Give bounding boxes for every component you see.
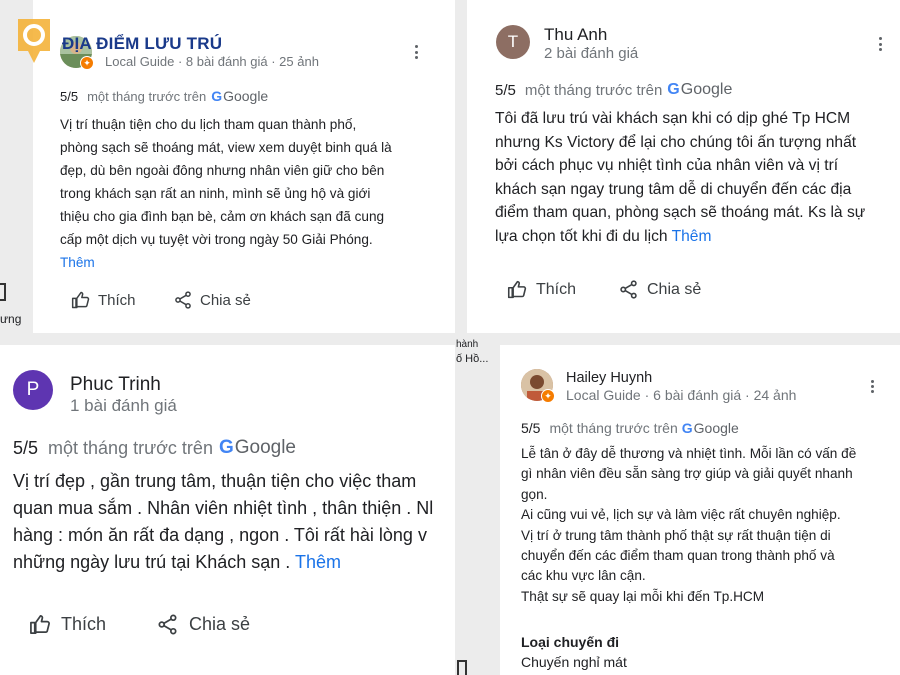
review-line: hàng : món ăn rất đa dạng , ngon . Tôi r… <box>13 525 427 545</box>
rating-row: 5/5 một tháng trước trên G Google <box>521 420 739 436</box>
review-line: Vị trí ở trung tâm thành phố thật sự rất… <box>521 527 831 543</box>
like-button[interactable]: Thích <box>507 279 576 300</box>
share-label: Chia sẻ <box>189 614 251 634</box>
review-line: Ai cũng vui vẻ, lịch sự và làm việc rất … <box>521 507 841 523</box>
like-button[interactable]: Thích <box>71 290 136 310</box>
review-text: Vị trí thuận tiện cho du lịch tham quan … <box>60 113 392 274</box>
more-link[interactable]: Thêm <box>672 228 712 245</box>
review-line-text: lựa chọn tốt khi đi du lịch <box>495 227 668 245</box>
review-line: thiệu cho gia đình bạn bè, cảm ơn khách … <box>60 209 385 224</box>
reviewer-meta: 1 bài đánh giá <box>70 396 177 415</box>
partial-text-left: ưng <box>0 312 22 326</box>
more-options-icon[interactable] <box>870 380 874 393</box>
share-button[interactable]: Chia sẻ <box>618 279 701 300</box>
rating-score: 5/5 <box>13 437 39 458</box>
review-line: Vị trí đẹp , gần trung tâm, thuận tiện c… <box>13 471 417 491</box>
review-line: phòng sạch sẽ thoáng mát, view xem duyệt… <box>60 140 392 155</box>
review-line: các khu vực lân cận. <box>521 568 646 584</box>
partial-text-mid-top: hành <box>456 339 479 350</box>
rating-row: 5/5 một tháng trước trên G Google <box>13 437 296 459</box>
rating-score: 5/5 <box>495 81 516 99</box>
review-line: nhưng Ks Victory để lại cho chúng tôi ấn… <box>495 133 857 151</box>
rating-row: 5/5 một tháng trước trên G Google <box>495 81 732 99</box>
review-line: Tôi đã lưu trú vài khách sạn khi có dịp … <box>495 110 851 127</box>
thumbs-up-icon <box>507 280 527 299</box>
review-line: chuyển đến các điểm tham quan trong thàn… <box>521 548 835 564</box>
like-label: Thích <box>61 614 107 634</box>
more-options-icon[interactable] <box>878 37 882 51</box>
share-button[interactable]: Chia sẻ <box>156 613 250 636</box>
share-button[interactable]: Chia sẻ <box>173 290 251 310</box>
site-logo-text: ĐỊA ĐIỂM LƯU TRÚ <box>62 34 223 53</box>
partial-icon-left <box>0 283 6 301</box>
source-label: Google <box>693 420 739 436</box>
site-logo <box>14 15 54 65</box>
reviewer-meta: 2 bài đánh giá <box>544 45 639 62</box>
review-text: Tôi đã lưu trú vài khách sạn khi có dịp … <box>495 107 865 249</box>
review-text: Vị trí đẹp , gần trung tâm, thuận tiện c… <box>13 468 433 576</box>
reviewer-avatar[interactable]: T <box>496 25 530 59</box>
review-line: khách sạn ngay trung tâm dễ di chuyển đế… <box>495 180 852 198</box>
google-g-icon: G <box>681 420 693 436</box>
like-label: Thích <box>536 280 577 298</box>
review-line: điểm tham quan, phòng sạch sẽ thoáng mát… <box>495 204 866 222</box>
thumbs-up-icon <box>30 615 50 634</box>
review-text: Lễ tân ở đây dễ thương và nhiệt tình. Mỗ… <box>521 444 856 607</box>
partial-text-mid-bottom: ố Hồ... <box>456 353 489 365</box>
trip-type-value: Chuyến nghỉ mát <box>521 654 627 670</box>
review-line: Thật sự sẽ quay lại mỗi khi đến Tp.HCM <box>521 588 765 604</box>
review-line-last: lựa chọn tốt khi đi du lịch Thêm <box>495 225 865 249</box>
google-g-icon: G <box>211 88 223 104</box>
review-line-text: những ngày lưu trú tại Khách sạn . <box>13 552 291 572</box>
review-line: gì nhân viên đều sẵn sàng trợ giúp và gi… <box>521 466 853 482</box>
partial-icon-mid-bottom <box>457 660 467 675</box>
reviewer-meta: Local Guide · 6 bài đánh giá · 24 ảnh <box>566 387 797 403</box>
source-label: Google <box>680 81 733 98</box>
reviewer-name[interactable]: Thu Anh <box>544 25 607 45</box>
review-line: trong khách sạn rất an ninh, mình sẽ ủng… <box>60 186 371 201</box>
google-g-icon: G <box>218 437 234 458</box>
google-g-icon: G <box>667 81 680 98</box>
review-line: Lễ tân ở đây dễ thương và nhiệt tình. Mỗ… <box>521 446 857 461</box>
rating-score: 5/5 <box>60 88 79 104</box>
trip-type-label: Loại chuyến đi <box>521 634 620 650</box>
share-icon <box>158 614 177 635</box>
share-icon <box>175 291 191 309</box>
more-options-icon[interactable] <box>414 45 418 59</box>
review-time: một tháng trước trên <box>87 88 207 104</box>
thumbs-up-icon <box>71 291 90 309</box>
like-button[interactable]: Thích <box>29 613 106 636</box>
review-time: một tháng trước trên <box>524 81 663 99</box>
like-label: Thích <box>98 291 136 309</box>
review-time: một tháng trước trên <box>549 420 678 436</box>
background-gap-horizontal <box>0 333 900 345</box>
rating-row: 5/5 một tháng trước trên G Google <box>60 88 268 104</box>
reviewer-name[interactable]: Phuc Trinh <box>70 374 161 396</box>
review-line: Vị trí thuận tiện cho du lịch tham quan … <box>60 117 357 132</box>
review-line: quan mua sắm . Nhân viên nhiệt tình , th… <box>13 498 434 518</box>
more-link[interactable]: Thêm <box>295 552 341 572</box>
more-link[interactable]: Thêm <box>60 251 392 274</box>
review-line: cấp một dịch vụ tuyệt vời trong ngày 50 … <box>60 232 373 247</box>
share-label: Chia sẻ <box>200 291 251 309</box>
review-line: đẹp, dù bên ngoài đông nhưng nhân viên g… <box>60 163 385 178</box>
reviewer-avatar[interactable]: P <box>13 370 53 410</box>
share-label: Chia sẻ <box>647 280 702 298</box>
local-guide-badge-icon: ✦ <box>80 56 94 70</box>
reviewer-meta: Local Guide · 8 bài đánh giá · 25 ảnh <box>105 54 319 69</box>
review-line: gọn. <box>521 486 548 502</box>
reviewer-name[interactable]: Hailey Huynh <box>566 370 652 386</box>
local-guide-badge-icon: ✦ <box>541 389 555 403</box>
review-card-2: T Thu Anh 2 bài đánh giá 5/5 một tháng t… <box>467 0 900 333</box>
source-label: Google <box>234 437 297 458</box>
background-gap-right-middle <box>455 333 500 675</box>
share-icon <box>620 280 637 299</box>
review-time: một tháng trước trên <box>48 437 213 458</box>
review-card-3: P Phuc Trinh 1 bài đánh giá 5/5 một thán… <box>0 345 455 675</box>
rating-score: 5/5 <box>521 420 541 436</box>
review-line: bởi cách phục vụ nhiệt tình của nhân viê… <box>495 157 839 175</box>
source-label: Google <box>223 88 269 104</box>
review-card-4: ✦ Hailey Huynh Local Guide · 6 bài đánh … <box>500 345 900 675</box>
review-line-last: những ngày lưu trú tại Khách sạn . Thêm <box>13 549 433 576</box>
